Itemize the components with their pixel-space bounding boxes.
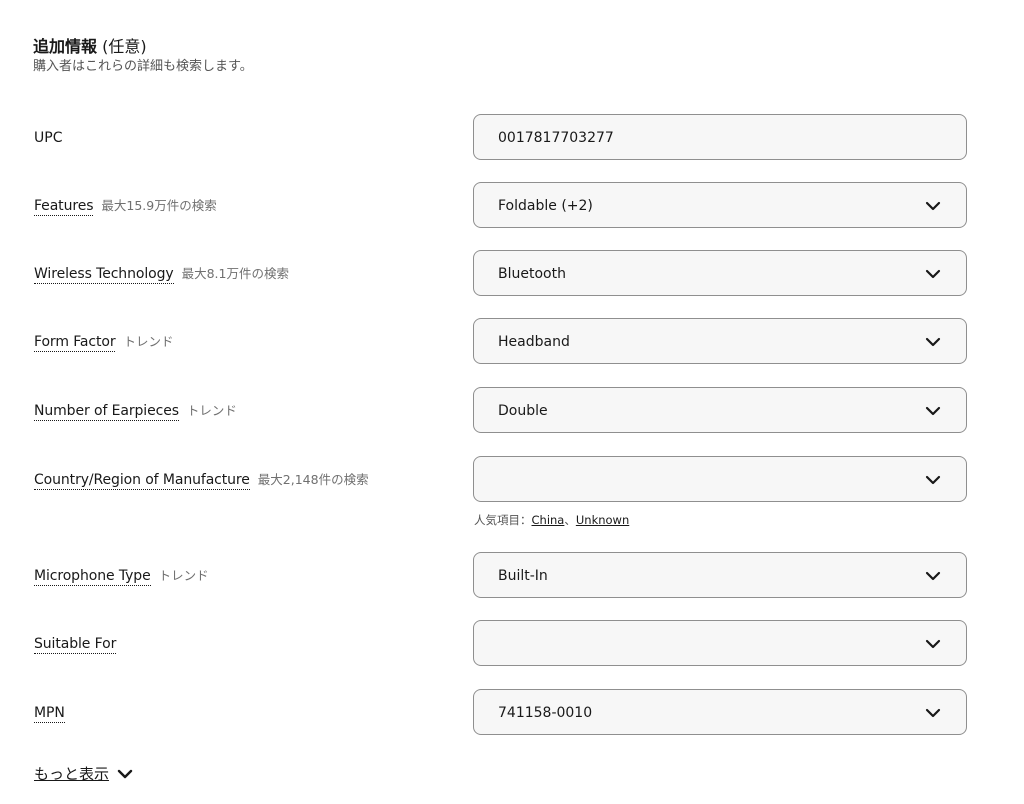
number-of-earpieces-select-value: Double xyxy=(498,403,548,419)
upc-input-value: 0017817703277 xyxy=(498,130,614,146)
field-label-wrap: Form Factor トレンド xyxy=(34,332,174,352)
chevron-down-icon xyxy=(925,708,941,718)
popular-suggestion-unknown[interactable]: Unknown xyxy=(576,513,629,527)
chevron-down-icon xyxy=(925,337,941,347)
field-row-suitable-for: Suitable For xyxy=(0,620,1024,670)
suitable-for-select[interactable] xyxy=(473,620,967,666)
field-label-country-of-manufacture[interactable]: Country/Region of Manufacture xyxy=(34,472,250,490)
chevron-down-icon xyxy=(925,406,941,416)
chevron-down-icon xyxy=(925,639,941,649)
field-label-microphone-type[interactable]: Microphone Type xyxy=(34,568,151,586)
section-title: 追加情報 (任意) xyxy=(33,36,253,58)
section-title-text: 追加情報 xyxy=(33,37,98,56)
field-row-mpn: MPN 741158-0010 xyxy=(0,689,1024,739)
field-row-features: Features 最大15.9万件の検索 Foldable (+2) xyxy=(0,182,1024,232)
features-select[interactable]: Foldable (+2) xyxy=(473,182,967,228)
form-factor-select-value: Headband xyxy=(498,334,570,350)
field-label-wrap: Features 最大15.9万件の検索 xyxy=(34,196,217,216)
field-label-wireless-technology[interactable]: Wireless Technology xyxy=(34,266,174,284)
wireless-technology-select[interactable]: Bluetooth xyxy=(473,250,967,296)
popular-suggestion-china[interactable]: China xyxy=(532,513,565,527)
section-header: 追加情報 (任意) 購入者はこれらの詳細も検索します。 xyxy=(33,36,253,76)
field-label-form-factor[interactable]: Form Factor xyxy=(34,334,116,352)
chevron-down-icon xyxy=(925,571,941,581)
chevron-down-icon xyxy=(925,201,941,211)
field-label-wrap: Wireless Technology 最大8.1万件の検索 xyxy=(34,264,289,284)
field-label-number-of-earpieces[interactable]: Number of Earpieces xyxy=(34,403,179,421)
field-label-wrap: UPC xyxy=(34,128,62,148)
field-row-number-of-earpieces: Number of Earpieces トレンド Double xyxy=(0,387,1024,437)
field-hint-country-of-manufacture: 最大2,148件の検索 xyxy=(257,472,369,487)
field-hint-microphone-type: トレンド xyxy=(158,568,209,583)
chevron-down-icon xyxy=(925,269,941,279)
show-more-label: もっと表示 xyxy=(34,765,110,783)
chevron-down-icon xyxy=(117,769,133,778)
field-label-features[interactable]: Features xyxy=(34,198,94,216)
popular-suggestions-separator: 、 xyxy=(564,513,576,527)
mpn-select-value: 741158-0010 xyxy=(498,705,593,721)
country-of-manufacture-select[interactable] xyxy=(473,456,967,502)
field-row-upc: UPC 0017817703277 xyxy=(0,114,1024,164)
mpn-select[interactable]: 741158-0010 xyxy=(473,689,967,735)
field-label-wrap: MPN xyxy=(34,703,65,723)
chevron-down-icon xyxy=(925,475,941,485)
field-label-wrap: Suitable For xyxy=(34,634,116,654)
microphone-type-select-value: Built-In xyxy=(498,568,548,584)
field-label-mpn[interactable]: MPN xyxy=(34,705,65,723)
form-factor-select[interactable]: Headband xyxy=(473,318,967,364)
field-label-upc: UPC xyxy=(34,130,63,146)
field-hint-features: 最大15.9万件の検索 xyxy=(101,198,217,213)
field-hint-wireless-technology: 最大8.1万件の検索 xyxy=(181,266,289,281)
field-label-wrap: Number of Earpieces トレンド xyxy=(34,401,237,421)
field-hint-form-factor: トレンド xyxy=(123,334,174,349)
field-label-wrap: Country/Region of Manufacture 最大2,148件の検索 xyxy=(34,470,369,490)
field-row-country-of-manufacture: Country/Region of Manufacture 最大2,148件の検索… xyxy=(0,456,1024,536)
field-hint-number-of-earpieces: トレンド xyxy=(186,403,237,418)
field-row-wireless-technology: Wireless Technology 最大8.1万件の検索 Bluetooth xyxy=(0,250,1024,300)
number-of-earpieces-select[interactable]: Double xyxy=(473,387,967,433)
field-row-microphone-type: Microphone Type トレンド Built-In xyxy=(0,552,1024,602)
popular-suggestions: 人気項目：China、Unknown xyxy=(474,512,629,528)
field-label-suitable-for[interactable]: Suitable For xyxy=(34,636,116,654)
popular-suggestions-prefix: 人気項目： xyxy=(474,513,532,527)
field-label-wrap: Microphone Type トレンド xyxy=(34,566,209,586)
features-select-value: Foldable (+2) xyxy=(498,198,593,214)
field-row-form-factor: Form Factor トレンド Headband xyxy=(0,318,1024,368)
section-subtitle: 購入者はこれらの詳細も検索します。 xyxy=(33,59,253,74)
wireless-technology-select-value: Bluetooth xyxy=(498,266,566,282)
section-optional-label: (任意) xyxy=(102,37,147,56)
microphone-type-select[interactable]: Built-In xyxy=(473,552,967,598)
upc-input[interactable]: 0017817703277 xyxy=(473,114,967,160)
show-more-button[interactable]: もっと表示 xyxy=(34,763,133,784)
